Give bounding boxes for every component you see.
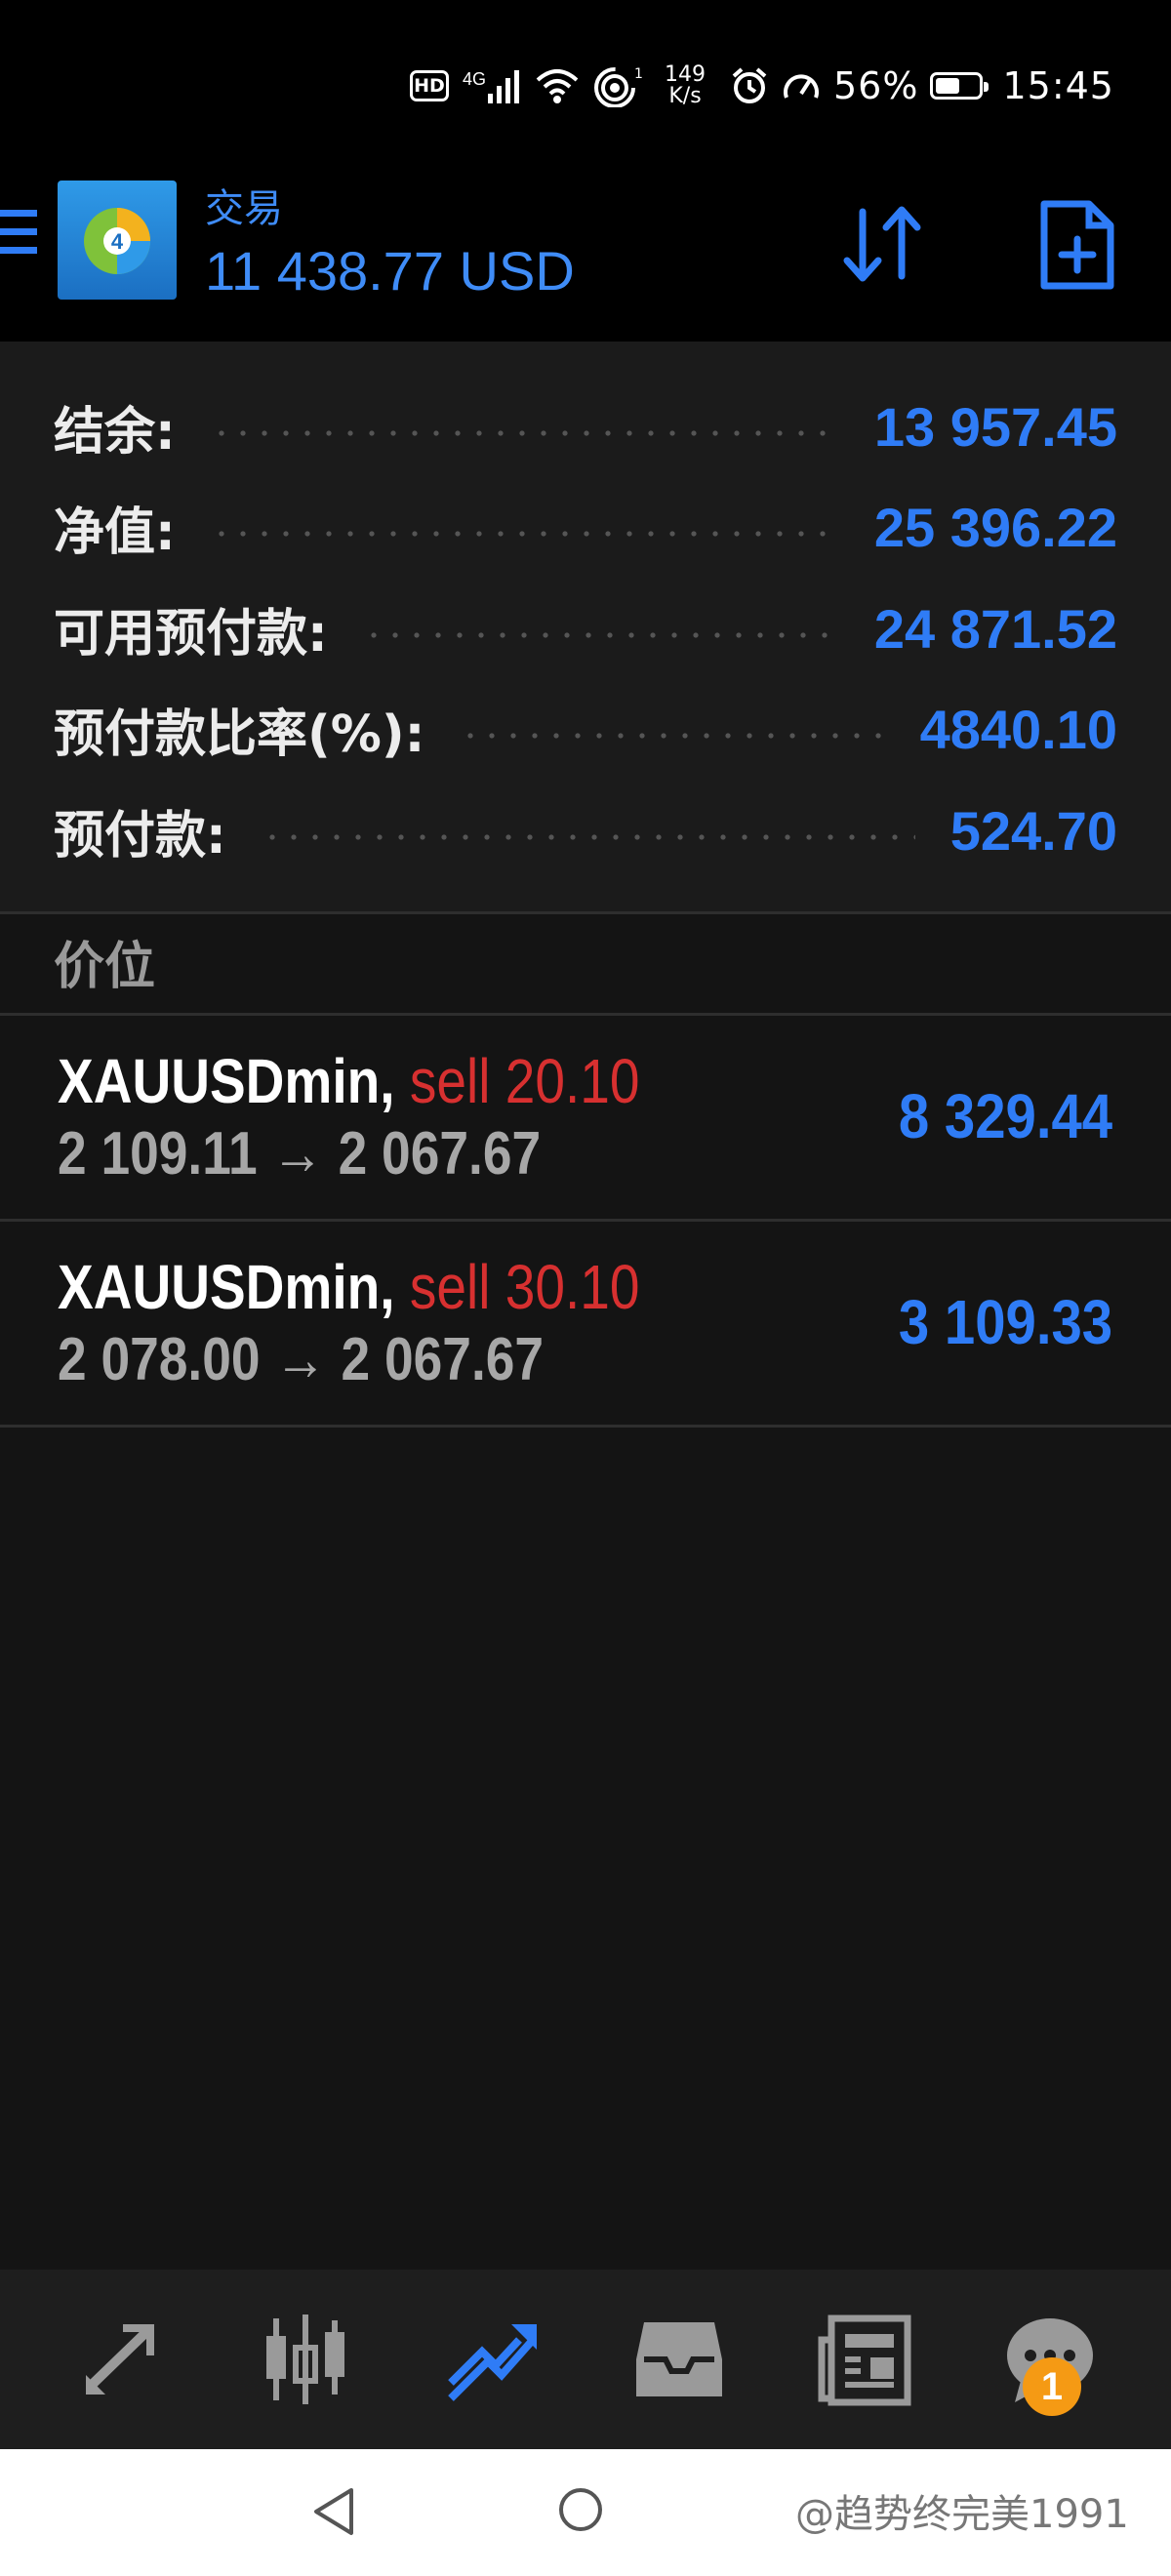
dot-leader [261,834,915,840]
quotes-icon[interactable] [72,2311,170,2408]
position-symbol: XAUUSDmin, [58,1252,395,1322]
wifi-icon [536,69,579,103]
summary-row-margin-level: 预付款比率(%): 4840.10 [54,685,1117,773]
summary-row-margin: 预付款: 524.70 [54,786,1117,874]
position-prices: 2 078.00 → 2 067.67 [58,1325,544,1394]
clock: 15:45 [1002,64,1114,107]
summary-row-balance: 结余: 13 957.45 [54,382,1117,470]
arrow: → [274,1326,327,1393]
svg-text:1: 1 [634,66,643,82]
speedometer-icon [784,74,819,99]
arrow: → [271,1120,324,1187]
summary-value: 4840.10 [919,698,1117,760]
sort-icon[interactable] [839,200,927,288]
position-title: XAUUSDmin, sell 30.10 [58,1251,639,1323]
position-row[interactable]: XAUUSDmin, sell 30.10 2 078.00 → 2 067.6… [0,1222,1171,1422]
network-type: 4G [463,69,487,89]
hd-icon: HD [410,70,449,101]
summary-label: 预付款比率(%): [54,704,425,764]
summary-row-equity: 净值: 25 396.22 [54,483,1117,571]
open-price: 2 109.11 [58,1120,258,1187]
position-prices: 2 109.11 → 2 067.67 [58,1119,541,1188]
dot-leader [210,430,839,436]
summary-value: 524.70 [949,799,1117,862]
summary-label: 结余: [54,402,176,462]
summary-label: 净值: [54,503,176,562]
battery-icon [930,72,989,100]
dot-leader [362,632,839,638]
summary-label: 可用预付款: [54,604,328,664]
account-summary: 结余: 13 957.45 净值: 25 396.22 可用预付款: 24 871.5… [0,342,1171,912]
speed-value: 149 [665,62,707,87]
divider [0,1425,1171,1428]
position-title: XAUUSDmin, sell 20.10 [58,1045,639,1117]
back-icon[interactable] [310,2486,357,2537]
status-left: HD 4G 1 149 K/s [410,60,712,111]
bottom-tab-bar [0,2270,1171,2449]
position-profit: 3 109.33 [898,1287,1112,1357]
status-right: 56% 15:45 [730,60,1114,111]
messages-badge: 1 [1023,2357,1081,2416]
divider [0,911,1171,914]
battery-level [936,78,959,94]
new-order-icon[interactable] [1038,198,1116,292]
hotspot-icon: 1 [594,66,643,107]
system-nav-bar: @趋势终完美1991 [0,2449,1171,2576]
svg-text:4: 4 [111,229,124,254]
current-price: 2 067.67 [338,1120,542,1187]
current-price: 2 067.67 [341,1326,545,1393]
position-profit: 8 329.44 [898,1081,1112,1151]
news-icon[interactable] [816,2311,913,2408]
position-row[interactable]: XAUUSDmin, sell 20.10 2 109.11 → 2 067.6… [0,1016,1171,1216]
summary-row-free-margin: 可用预付款: 24 871.52 [54,584,1117,672]
metatrader-logo: 4 [58,181,177,300]
status-bar: HD 4G 1 149 K/s 56% 15:45 [0,0,1171,171]
signal-icon: 4G [463,66,521,105]
dot-leader [210,531,839,537]
home-icon[interactable] [559,2488,602,2531]
network-speed: 149 K/s [658,64,712,107]
open-price: 2 078.00 [58,1326,261,1393]
summary-value: 24 871.52 [873,597,1117,660]
trade-icon[interactable] [443,2311,541,2408]
position-side: sell 20.10 [409,1046,640,1116]
dot-leader [460,733,885,739]
screen-title: 交易 [205,186,283,231]
section-title: 价位 [54,938,156,996]
watermark: @趋势终完美1991 [795,2492,1129,2537]
chart-icon[interactable] [257,2311,354,2408]
battery-percent: 56% [833,64,919,107]
summary-value: 25 396.22 [873,496,1117,558]
position-symbol: XAUUSDmin, [58,1046,395,1116]
summary-label: 预付款: [54,806,226,865]
account-balance: 11 438.77 USD [205,240,575,302]
history-icon[interactable] [630,2311,728,2408]
speed-unit: K/s [668,84,702,108]
summary-value: 13 957.45 [873,395,1117,458]
app-bar: 4 交易 11 438.77 USD [0,171,1171,342]
menu-icon[interactable] [0,210,39,268]
position-side: sell 30.10 [409,1252,640,1322]
alarm-icon [732,67,767,103]
